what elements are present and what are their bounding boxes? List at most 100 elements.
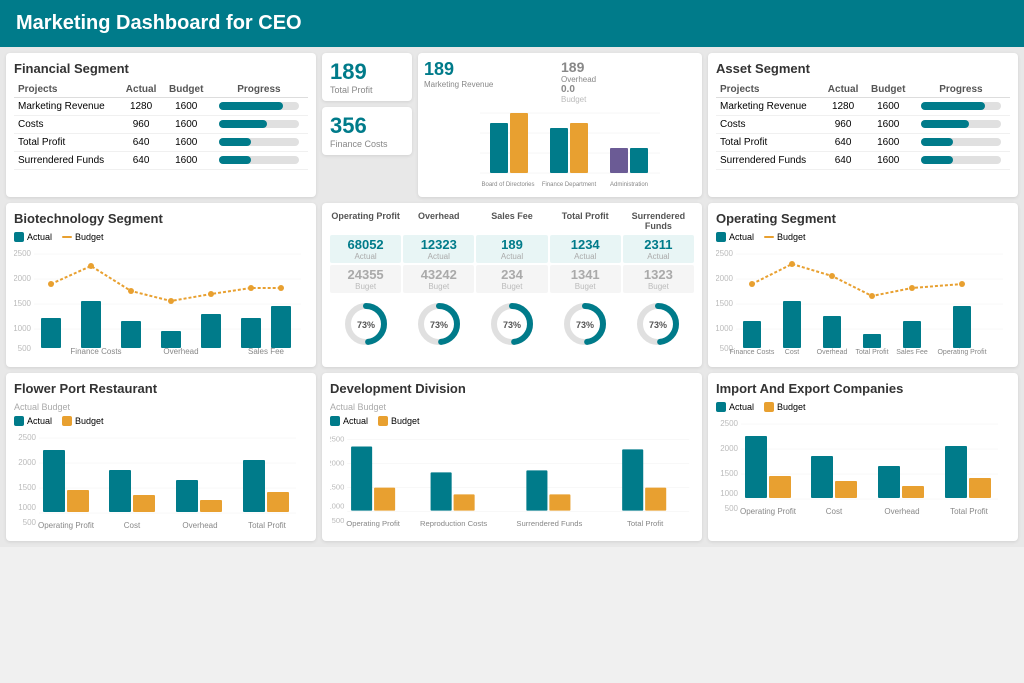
center-bar-chart: Board of Directories Finance Department … <box>424 108 696 188</box>
dev-orange-dot <box>378 416 388 426</box>
op-legend-actual: Actual <box>716 232 754 242</box>
col-actual: Actual <box>120 82 163 98</box>
row-actual: 640 <box>120 134 163 152</box>
mini-kpi-value-4: 0.0 <box>561 84 696 95</box>
svg-text:Operating Profit: Operating Profit <box>346 519 400 528</box>
fp-legend-budget: Budget <box>62 416 104 426</box>
metric-budget-2: 234 Buget <box>476 265 547 293</box>
kpi-finance-costs: 356 Finance Costs <box>322 107 412 155</box>
metric-actual-0: 68052 Actual <box>330 235 401 263</box>
svg-text:Cost: Cost <box>785 349 799 356</box>
page-header: Marketing Dashboard for CEO <box>0 0 1024 47</box>
dev-teal-dot <box>330 416 340 426</box>
kpi-label-1: Total Profit <box>330 85 404 95</box>
svg-text:Total Profit: Total Profit <box>248 521 287 530</box>
donut-chart-1: 73% <box>403 299 474 349</box>
svg-text:2500: 2500 <box>14 249 32 258</box>
svg-text:Total Profit: Total Profit <box>950 507 989 516</box>
metric-actual-2: 189 Actual <box>476 235 547 263</box>
svg-text:2000: 2000 <box>330 459 344 468</box>
asset-col-actual: Actual <box>822 82 865 98</box>
row-actual: 640 <box>822 152 865 170</box>
svg-text:Overhead: Overhead <box>182 521 217 530</box>
svg-text:73%: 73% <box>649 320 667 330</box>
svg-text:2500: 2500 <box>720 419 738 428</box>
donut-svg-1: 73% <box>414 299 464 349</box>
metric-header-2: Sales Fee <box>476 211 547 231</box>
svg-text:1000: 1000 <box>330 502 344 511</box>
row-budget: 1600 <box>865 152 912 170</box>
donut-svg-4: 73% <box>633 299 683 349</box>
svg-text:73%: 73% <box>576 320 594 330</box>
svg-text:2500: 2500 <box>716 249 734 258</box>
svg-text:2500: 2500 <box>330 435 344 444</box>
mini-kpi-value-3: 189 <box>561 59 696 75</box>
ie-legend-actual: Actual <box>716 402 754 412</box>
row-name: Marketing Revenue <box>716 98 822 116</box>
svg-text:1000: 1000 <box>14 324 32 333</box>
row-budget: 1600 <box>163 98 210 116</box>
svg-text:Total Profit: Total Profit <box>855 349 888 356</box>
biotechnology-title: Biotechnology Segment <box>14 211 308 226</box>
biotechnology-chart: 2500 2000 1500 1000 500 <box>14 246 308 356</box>
fp-legend-actual: Actual <box>14 416 52 426</box>
center-chart-card: 189 Marketing Revenue 189 Overhead 0.0 B… <box>418 53 702 197</box>
mini-kpi-overhead: 189 Overhead 0.0 Budget <box>561 59 696 104</box>
operating-legend: Actual Budget <box>716 232 1010 242</box>
operating-chart: 2500 2000 1500 1000 500 Financ <box>716 246 1010 356</box>
financial-segment-table: Projects Actual Budget Progress Marketin… <box>14 82 308 170</box>
legend-actual: Actual <box>14 232 52 242</box>
row-progress <box>210 98 308 116</box>
svg-text:Cost: Cost <box>124 521 141 530</box>
row-name: Costs <box>716 116 822 134</box>
fp-orange-dot <box>62 416 72 426</box>
svg-text:Operating Profit: Operating Profit <box>740 507 797 516</box>
row-progress <box>912 134 1010 152</box>
svg-text:2000: 2000 <box>18 458 36 467</box>
ie-budget-label: Budget <box>777 402 806 412</box>
table-row: Total Profit 640 1600 <box>716 134 1010 152</box>
table-row: Surrendered Funds 640 1600 <box>716 152 1010 170</box>
fp-actual-label: Actual <box>27 416 52 426</box>
row-name: Total Profit <box>14 134 120 152</box>
svg-text:1000: 1000 <box>18 503 36 512</box>
metrics-budget-row: 24355 Buget 43242 Buget 234 Buget 1341 B… <box>330 265 694 293</box>
development-division-card: Development Division Actual Budget Actua… <box>322 373 702 541</box>
svg-text:2500: 2500 <box>18 433 36 442</box>
metric-budget-4: 1323 Buget <box>623 265 694 293</box>
svg-text:2000: 2000 <box>14 274 32 283</box>
svg-text:73%: 73% <box>503 320 521 330</box>
col-projects: Projects <box>14 82 120 98</box>
op-legend-actual-label: Actual <box>729 232 754 242</box>
row-progress <box>912 116 1010 134</box>
row-name: Surrendered Funds <box>716 152 822 170</box>
row-budget: 1600 <box>163 134 210 152</box>
fp-budget-label: Budget <box>75 416 104 426</box>
dev-legend-actual: Actual <box>330 416 368 426</box>
fp-teal-dot <box>14 416 24 426</box>
row-name: Costs <box>14 116 120 134</box>
row-progress <box>912 152 1010 170</box>
metric-actual-3: 1234 Actual <box>550 235 621 263</box>
legend-budget: Budget <box>62 232 104 242</box>
kpi-label-2: Finance Costs <box>330 139 404 149</box>
legend-actual-label: Actual <box>27 232 52 242</box>
svg-text:Surrendered Funds: Surrendered Funds <box>516 519 582 528</box>
row-actual: 960 <box>120 116 163 134</box>
donut-svg-0: 73% <box>341 299 391 349</box>
legend-teal-dot <box>14 232 24 242</box>
svg-text:73%: 73% <box>357 320 375 330</box>
row-actual: 640 <box>120 152 163 170</box>
legend-orange-line <box>62 236 72 238</box>
table-row: Total Profit 640 1600 <box>14 134 308 152</box>
metric-budget-3: 1341 Buget <box>550 265 621 293</box>
row-name: Marketing Revenue <box>14 98 120 116</box>
donut-chart-4: 73% <box>623 299 694 349</box>
row-actual: 640 <box>822 134 865 152</box>
mini-kpis: 189 Marketing Revenue 189 Overhead 0.0 B… <box>424 59 696 104</box>
row-progress <box>210 134 308 152</box>
svg-text:500: 500 <box>23 518 37 527</box>
svg-text:1500: 1500 <box>330 483 344 492</box>
row-name: Surrendered Funds <box>14 152 120 170</box>
svg-text:Reproduction Costs: Reproduction Costs <box>420 519 487 528</box>
